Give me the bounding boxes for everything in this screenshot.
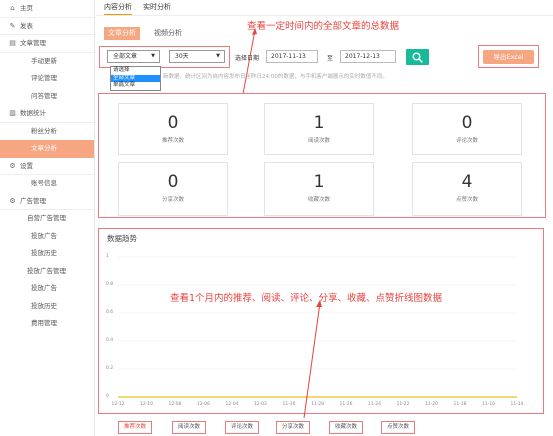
y-tick-label: 0 [106,394,109,399]
legend-label: 推荐次数 [124,424,147,430]
y-tick-label: 1 [106,254,109,259]
x-tick-label: 11-16 [481,402,496,407]
dropdown-option[interactable]: 请选择 [111,67,160,75]
dropdown-option[interactable]: 全部文章 [111,74,160,82]
legend-item[interactable]: 收藏次数 [329,421,364,434]
legend-label: 收藏次数 [335,424,358,430]
dropdown-option[interactable]: 单篇文章 [111,82,160,90]
legend-label: 点赞次数 [387,424,410,430]
x-tick-label: 12-04 [225,402,239,407]
x-tick-label: 11-26 [339,402,353,407]
legend-item[interactable]: 推荐次数 [118,421,153,434]
trend-chart [118,256,517,398]
x-tick-label: 11-22 [396,402,410,407]
legend-item[interactable]: 分享次数 [276,421,311,434]
x-tick-label: 12-02 [253,402,268,407]
legend-item[interactable]: 评论次数 [225,421,260,434]
legend-label: 分享次数 [282,424,305,430]
y-tick-label: 0.6 [106,310,114,315]
x-tick-label: 12-12 [111,402,125,407]
y-tick-label: 0.2 [106,366,114,371]
article-dropdown-list: 请选择 全部文章 单篇文章 [110,66,161,91]
annotation-arrow-chart [303,300,322,419]
x-tick-label: 12-10 [139,402,154,407]
x-tick-label: 11-14 [510,402,524,407]
legend-label: 阅读次数 [178,424,201,430]
y-tick-label: 0.8 [106,282,114,287]
legend-label: 评论次数 [231,424,254,430]
legend-item[interactable]: 点赞次数 [381,421,416,434]
x-tick-label: 11-30 [282,402,296,407]
legend-item[interactable]: 阅读次数 [172,421,207,434]
x-tick-label: 12-06 [196,402,211,407]
x-tick-label: 11-20 [424,402,439,407]
x-tick-label: 11-18 [453,402,467,407]
y-tick-label: 0.4 [106,338,114,343]
x-tick-label: 11-24 [367,402,382,407]
x-tick-label: 12-08 [168,402,182,407]
